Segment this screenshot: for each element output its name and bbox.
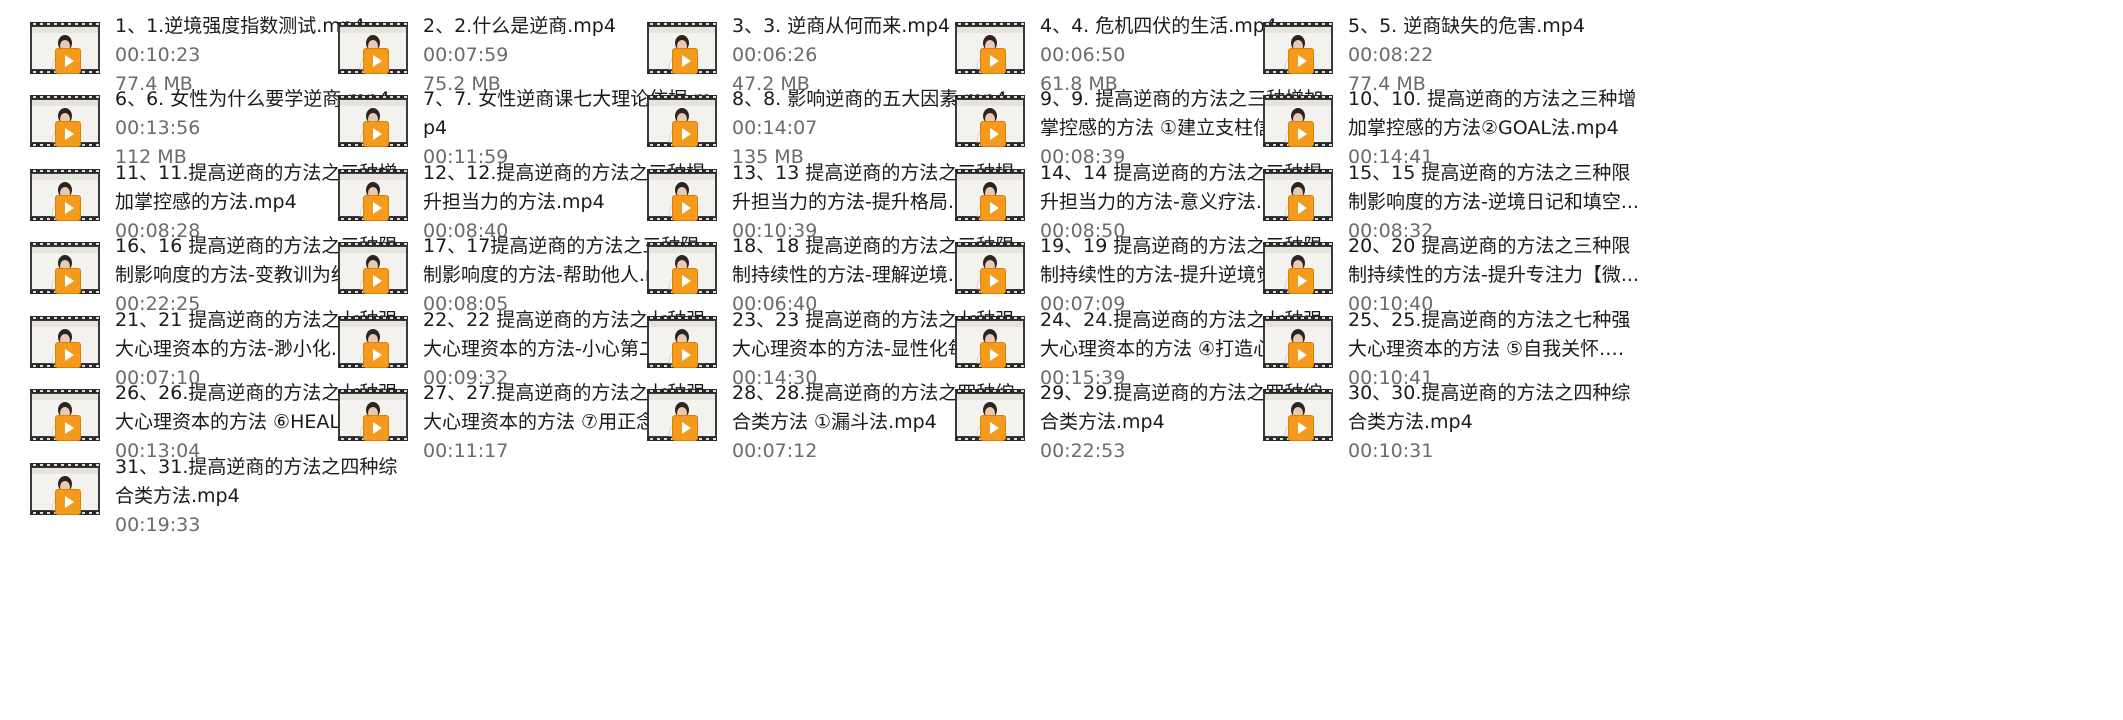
file-name: 5、5. 逆商缺失的危害.mp4 <box>1348 15 1585 37</box>
file-name: 20、20 提高逆商的方法之三种限制持续性的方法-提升专注力【微... <box>1348 235 1639 286</box>
play-icon <box>980 415 1006 441</box>
play-icon <box>55 342 81 368</box>
file-info: 30、30.提高逆商的方法之四种综合类方法.mp4 00:10:31 <box>1348 379 1640 466</box>
play-icon <box>1288 48 1314 74</box>
play-icon <box>363 121 389 147</box>
play-icon <box>672 195 698 221</box>
video-file-item-30[interactable]: 30、30.提高逆商的方法之四种综合类方法.mp4 00:10:31 <box>1233 367 1643 462</box>
file-name: 30、30.提高逆商的方法之四种综合类方法.mp4 <box>1348 382 1631 433</box>
play-icon <box>980 48 1006 74</box>
play-icon <box>363 268 389 294</box>
play-icon <box>55 268 81 294</box>
play-icon <box>1288 195 1314 221</box>
play-icon <box>363 48 389 74</box>
play-icon <box>980 121 1006 147</box>
play-icon <box>55 489 81 515</box>
play-icon <box>672 48 698 74</box>
play-icon <box>363 342 389 368</box>
play-icon <box>1288 121 1314 147</box>
file-grid: 1、1.逆境强度指数测试.mp4 00:10:23 77.4 MB 2、2.什么… <box>0 0 2123 720</box>
play-icon <box>1288 268 1314 294</box>
play-icon <box>55 195 81 221</box>
play-icon <box>672 342 698 368</box>
file-info: 31、31.提高逆商的方法之四种综合类方法.mp4 00:19:33 <box>115 453 407 540</box>
play-icon <box>672 121 698 147</box>
play-icon <box>363 415 389 441</box>
play-icon <box>55 48 81 74</box>
play-icon <box>55 121 81 147</box>
play-icon <box>1288 342 1314 368</box>
file-duration: 00:19:33 <box>115 514 201 536</box>
file-duration: 00:08:22 <box>1348 44 1434 66</box>
play-icon <box>672 268 698 294</box>
play-icon <box>1288 415 1314 441</box>
file-name: 15、15 提高逆商的方法之三种限制影响度的方法-逆境日记和填空... <box>1348 162 1639 213</box>
file-duration: 00:10:31 <box>1348 440 1434 462</box>
play-icon <box>672 415 698 441</box>
file-name: 31、31.提高逆商的方法之四种综合类方法.mp4 <box>115 456 398 507</box>
play-icon <box>980 268 1006 294</box>
play-icon <box>980 195 1006 221</box>
play-icon <box>363 195 389 221</box>
play-icon <box>55 415 81 441</box>
file-name: 25、25.提高逆商的方法之七种强大心理资本的方法 ⑤自我关怀.mp4 <box>1348 309 1636 360</box>
play-icon <box>980 342 1006 368</box>
file-name: 10、10. 提高逆商的方法之三种增加掌控感的方法②GOAL法.mp4 <box>1348 88 1637 139</box>
video-file-item-31[interactable]: 31、31.提高逆商的方法之四种综合类方法.mp4 00:19:33 <box>0 441 410 536</box>
